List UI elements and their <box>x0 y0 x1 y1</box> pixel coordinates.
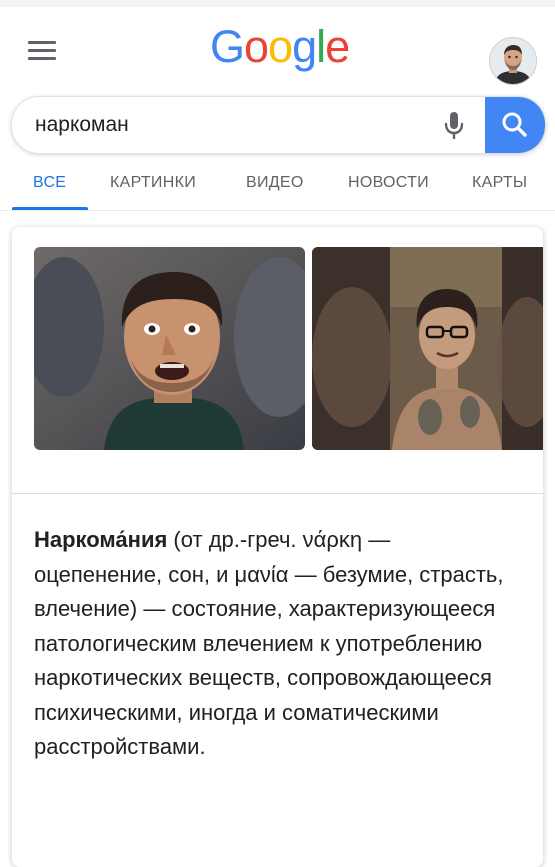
definition-body: (от др.-греч. νάρκη — оцепенение, сон, и… <box>34 527 504 759</box>
search-tabs: ВСЕ КАРТИНКИ ВИДЕО НОВОСТИ КАРТЫ <box>0 162 555 211</box>
logo-letter: G <box>210 21 245 72</box>
tab-all[interactable]: ВСЕ <box>33 174 66 192</box>
search-icon <box>502 112 527 137</box>
logo-letter: o <box>268 21 293 72</box>
logo-letter: o <box>244 21 269 72</box>
panel-divider <box>12 493 543 494</box>
hamburger-menu-icon[interactable] <box>28 41 56 61</box>
result-image-1[interactable] <box>34 247 305 450</box>
user-avatar[interactable] <box>489 37 537 85</box>
tab-video[interactable]: ВИДЕО <box>246 174 304 192</box>
definition-term[interactable]: Наркома́ния <box>34 527 167 552</box>
tab-news[interactable]: НОВОСТИ <box>348 174 429 192</box>
knowledge-panel: Наркома́ния (от др.-греч. νάρκη — оцепен… <box>12 227 543 867</box>
avatar-portrait-icon <box>490 38 536 84</box>
microphone-icon[interactable] <box>443 111 465 141</box>
header: Google <box>0 7 555 89</box>
tab-images[interactable]: КАРТИНКИ <box>110 174 196 192</box>
active-tab-indicator <box>12 207 88 210</box>
tab-maps[interactable]: КАРТЫ <box>472 174 527 192</box>
search-bar[interactable] <box>11 96 546 154</box>
search-button[interactable] <box>485 97 545 153</box>
search-input[interactable] <box>35 97 415 153</box>
google-logo[interactable]: Google <box>210 21 350 72</box>
logo-letter: g <box>292 21 317 72</box>
top-border <box>0 0 555 7</box>
definition-text: Наркома́ния (от др.-греч. νάρκη — оцепен… <box>34 523 504 765</box>
logo-letter: e <box>325 21 350 72</box>
result-image-2[interactable] <box>312 247 543 450</box>
logo-letter: l <box>316 21 326 72</box>
